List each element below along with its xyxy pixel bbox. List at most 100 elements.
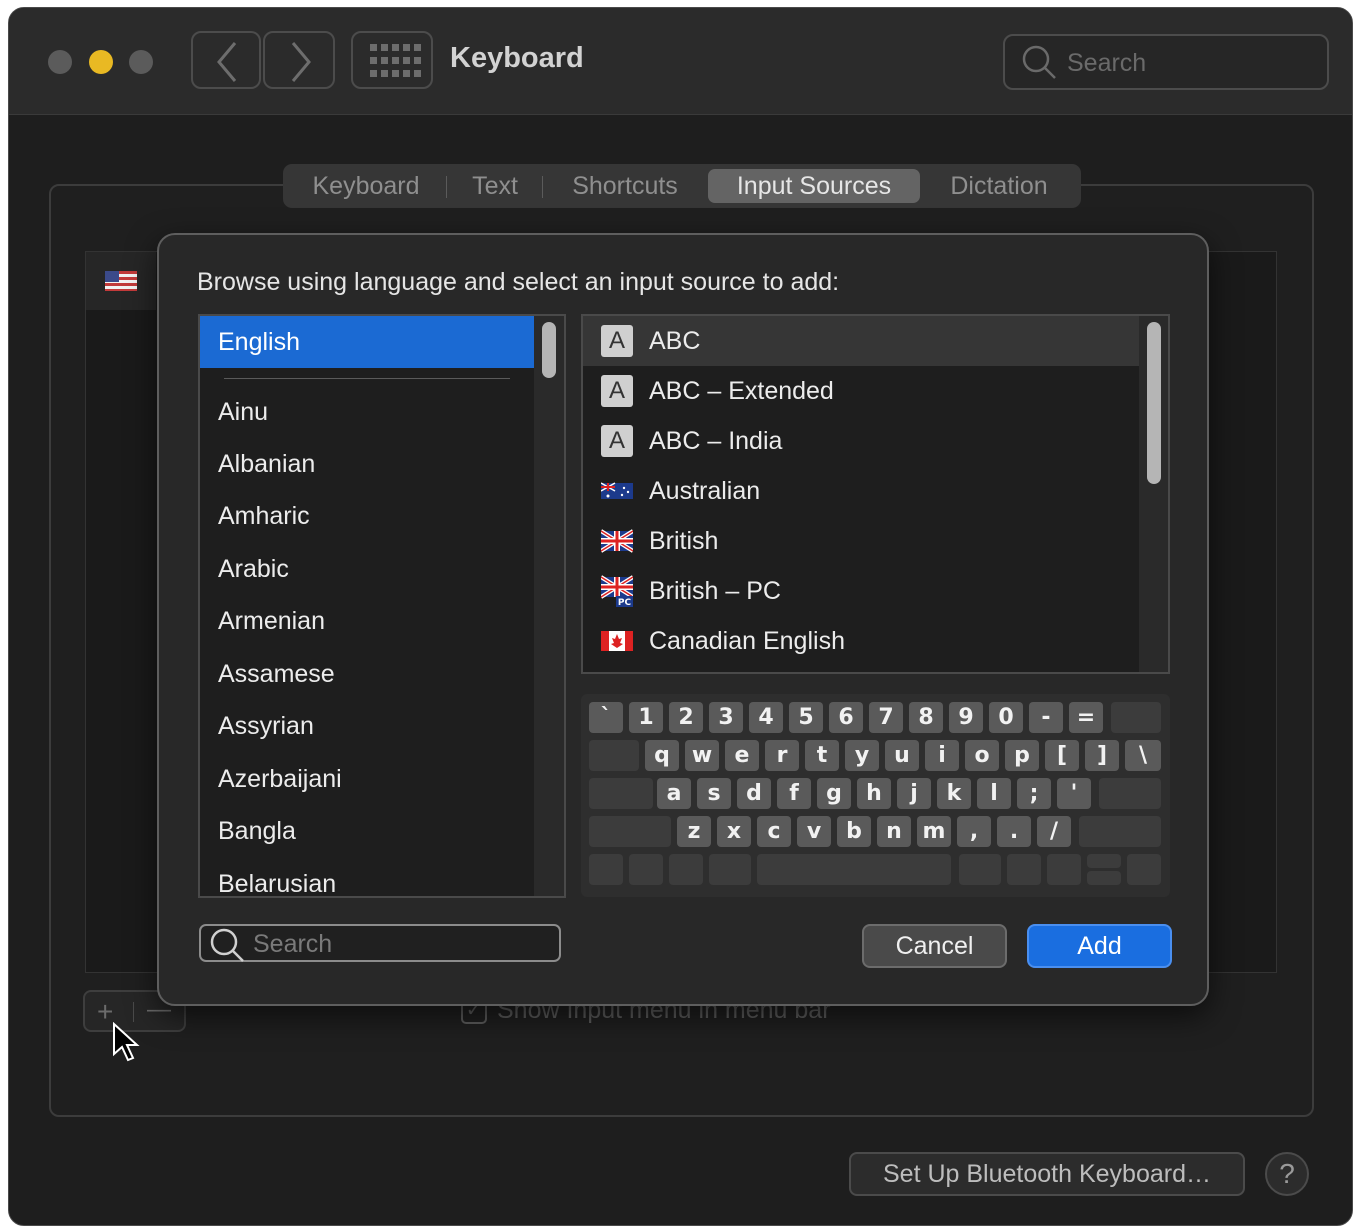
keyboard-key: 7 [869, 702, 903, 733]
tab-bar: Keyboard Text Shortcuts Input Sources Di… [283, 164, 1081, 208]
keyboard-key: j [897, 778, 931, 809]
source-item[interactable]: A ABC – India [583, 416, 1139, 466]
search-icon [1022, 45, 1056, 79]
list-item[interactable] [86, 252, 156, 310]
keyboard-key: m [917, 816, 951, 847]
left-shift-key [589, 816, 671, 847]
keyboard-key: ` [589, 702, 623, 733]
letter-a-icon: A [601, 325, 633, 357]
keyboard-key: 4 [749, 702, 783, 733]
source-label: Australian [649, 477, 761, 505]
keyboard-key: d [737, 778, 771, 809]
language-item[interactable]: Armenian [200, 595, 534, 647]
keyboard-key: ] [1085, 740, 1119, 771]
source-item[interactable]: PC British – PC [583, 566, 1139, 616]
keyboard-key: b [837, 816, 871, 847]
keyboard-key: 6 [829, 702, 863, 733]
bluetooth-keyboard-button[interactable]: Set Up Bluetooth Keyboard… [849, 1152, 1245, 1196]
language-item[interactable]: Belarusian [200, 858, 534, 896]
keyboard-key: 8 [909, 702, 943, 733]
keyboard-key: u [885, 740, 919, 771]
source-item[interactable]: Canadian English [583, 616, 1139, 666]
uk-pc-flag-icon: PC [601, 575, 633, 607]
language-search-input[interactable]: Search [199, 924, 561, 962]
arrow-left-key [1047, 854, 1081, 885]
arrow-down-key [1087, 871, 1121, 885]
keyboard-key: , [957, 816, 991, 847]
scrollbar-thumb[interactable] [542, 322, 556, 378]
keyboard-key: n [877, 816, 911, 847]
keyboard-key: v [797, 816, 831, 847]
language-item[interactable]: Amharic [200, 490, 534, 542]
australia-flag-icon [601, 482, 633, 499]
keyboard-key: 9 [949, 702, 983, 733]
cancel-button[interactable]: Cancel [862, 924, 1007, 968]
title-bar: Keyboard Search [9, 8, 1352, 115]
language-item[interactable]: Arabic [200, 543, 534, 595]
language-item[interactable]: Albanian [200, 438, 534, 490]
language-item[interactable]: Azerbaijani [200, 753, 534, 805]
control-separator [133, 1002, 134, 1022]
pc-badge: PC [618, 598, 632, 607]
grid-icon [370, 44, 421, 77]
source-label: ABC – India [649, 427, 783, 455]
search-placeholder: Search [1067, 49, 1147, 77]
language-item[interactable]: Assyrian [200, 700, 534, 752]
preferences-window: Keyboard Search Keyboard Text Shortcuts … [8, 7, 1353, 1226]
keyboard-key: o [965, 740, 999, 771]
tab-keyboard[interactable]: Keyboard [297, 169, 435, 203]
close-window-button[interactable] [48, 50, 72, 74]
source-label: Canadian English [649, 627, 845, 655]
language-item[interactable]: Assamese [200, 648, 534, 700]
tab-separator [446, 176, 447, 198]
zoom-window-button[interactable] [129, 50, 153, 74]
source-item[interactable]: Australian [583, 466, 1139, 516]
add-source-button[interactable]: + [97, 996, 113, 1028]
add-input-source-sheet: Browse using language and select an inpu… [157, 233, 1209, 1006]
language-item[interactable]: Ainu [200, 386, 534, 438]
show-all-button[interactable] [351, 31, 433, 89]
arrow-up-key [1087, 854, 1121, 868]
tab-text[interactable]: Text [459, 169, 531, 203]
add-button[interactable]: Add [1027, 924, 1172, 968]
keyboard-key: g [817, 778, 851, 809]
language-item[interactable]: Bangla [200, 805, 534, 857]
back-button[interactable] [191, 31, 261, 89]
keyboard-key: ; [1017, 778, 1051, 809]
minimize-window-button[interactable] [89, 50, 113, 74]
keyboard-key: i [925, 740, 959, 771]
language-scrollbar[interactable] [534, 316, 564, 896]
search-placeholder: Search [253, 930, 333, 958]
space-key [757, 854, 951, 885]
keyboard-key: y [845, 740, 879, 771]
language-item-english[interactable]: English [200, 316, 534, 368]
control-key [629, 854, 663, 885]
us-flag-icon [105, 271, 137, 291]
chevron-right-icon [291, 42, 311, 82]
mouse-pointer-icon [113, 1022, 140, 1062]
help-button[interactable]: ? [1265, 1152, 1309, 1196]
keyboard-key: 0 [989, 702, 1023, 733]
source-label: ABC [649, 327, 701, 355]
tab-dictation[interactable]: Dictation [933, 169, 1065, 203]
scrollbar-thumb[interactable] [1147, 322, 1161, 484]
option-key [1007, 854, 1041, 885]
forward-button[interactable] [263, 31, 335, 89]
chevron-left-icon [217, 42, 237, 82]
search-field[interactable]: Search [1003, 34, 1329, 90]
keyboard-key: s [697, 778, 731, 809]
sheet-prompt: Browse using language and select an inpu… [197, 268, 840, 296]
source-scrollbar[interactable] [1139, 316, 1168, 672]
source-item[interactable]: A ABC – Extended [583, 366, 1139, 416]
source-item-abc[interactable]: A ABC [583, 316, 1139, 366]
source-item[interactable]: British [583, 516, 1139, 566]
keyboard-key: h [857, 778, 891, 809]
keyboard-key: a [657, 778, 691, 809]
caps-lock-key [589, 778, 653, 809]
keyboard-key: \ [1125, 740, 1161, 771]
tab-input-sources[interactable]: Input Sources [708, 169, 920, 203]
keyboard-key: 2 [669, 702, 703, 733]
tab-separator [542, 176, 543, 198]
tab-shortcuts[interactable]: Shortcuts [555, 169, 695, 203]
return-key [1099, 778, 1161, 809]
